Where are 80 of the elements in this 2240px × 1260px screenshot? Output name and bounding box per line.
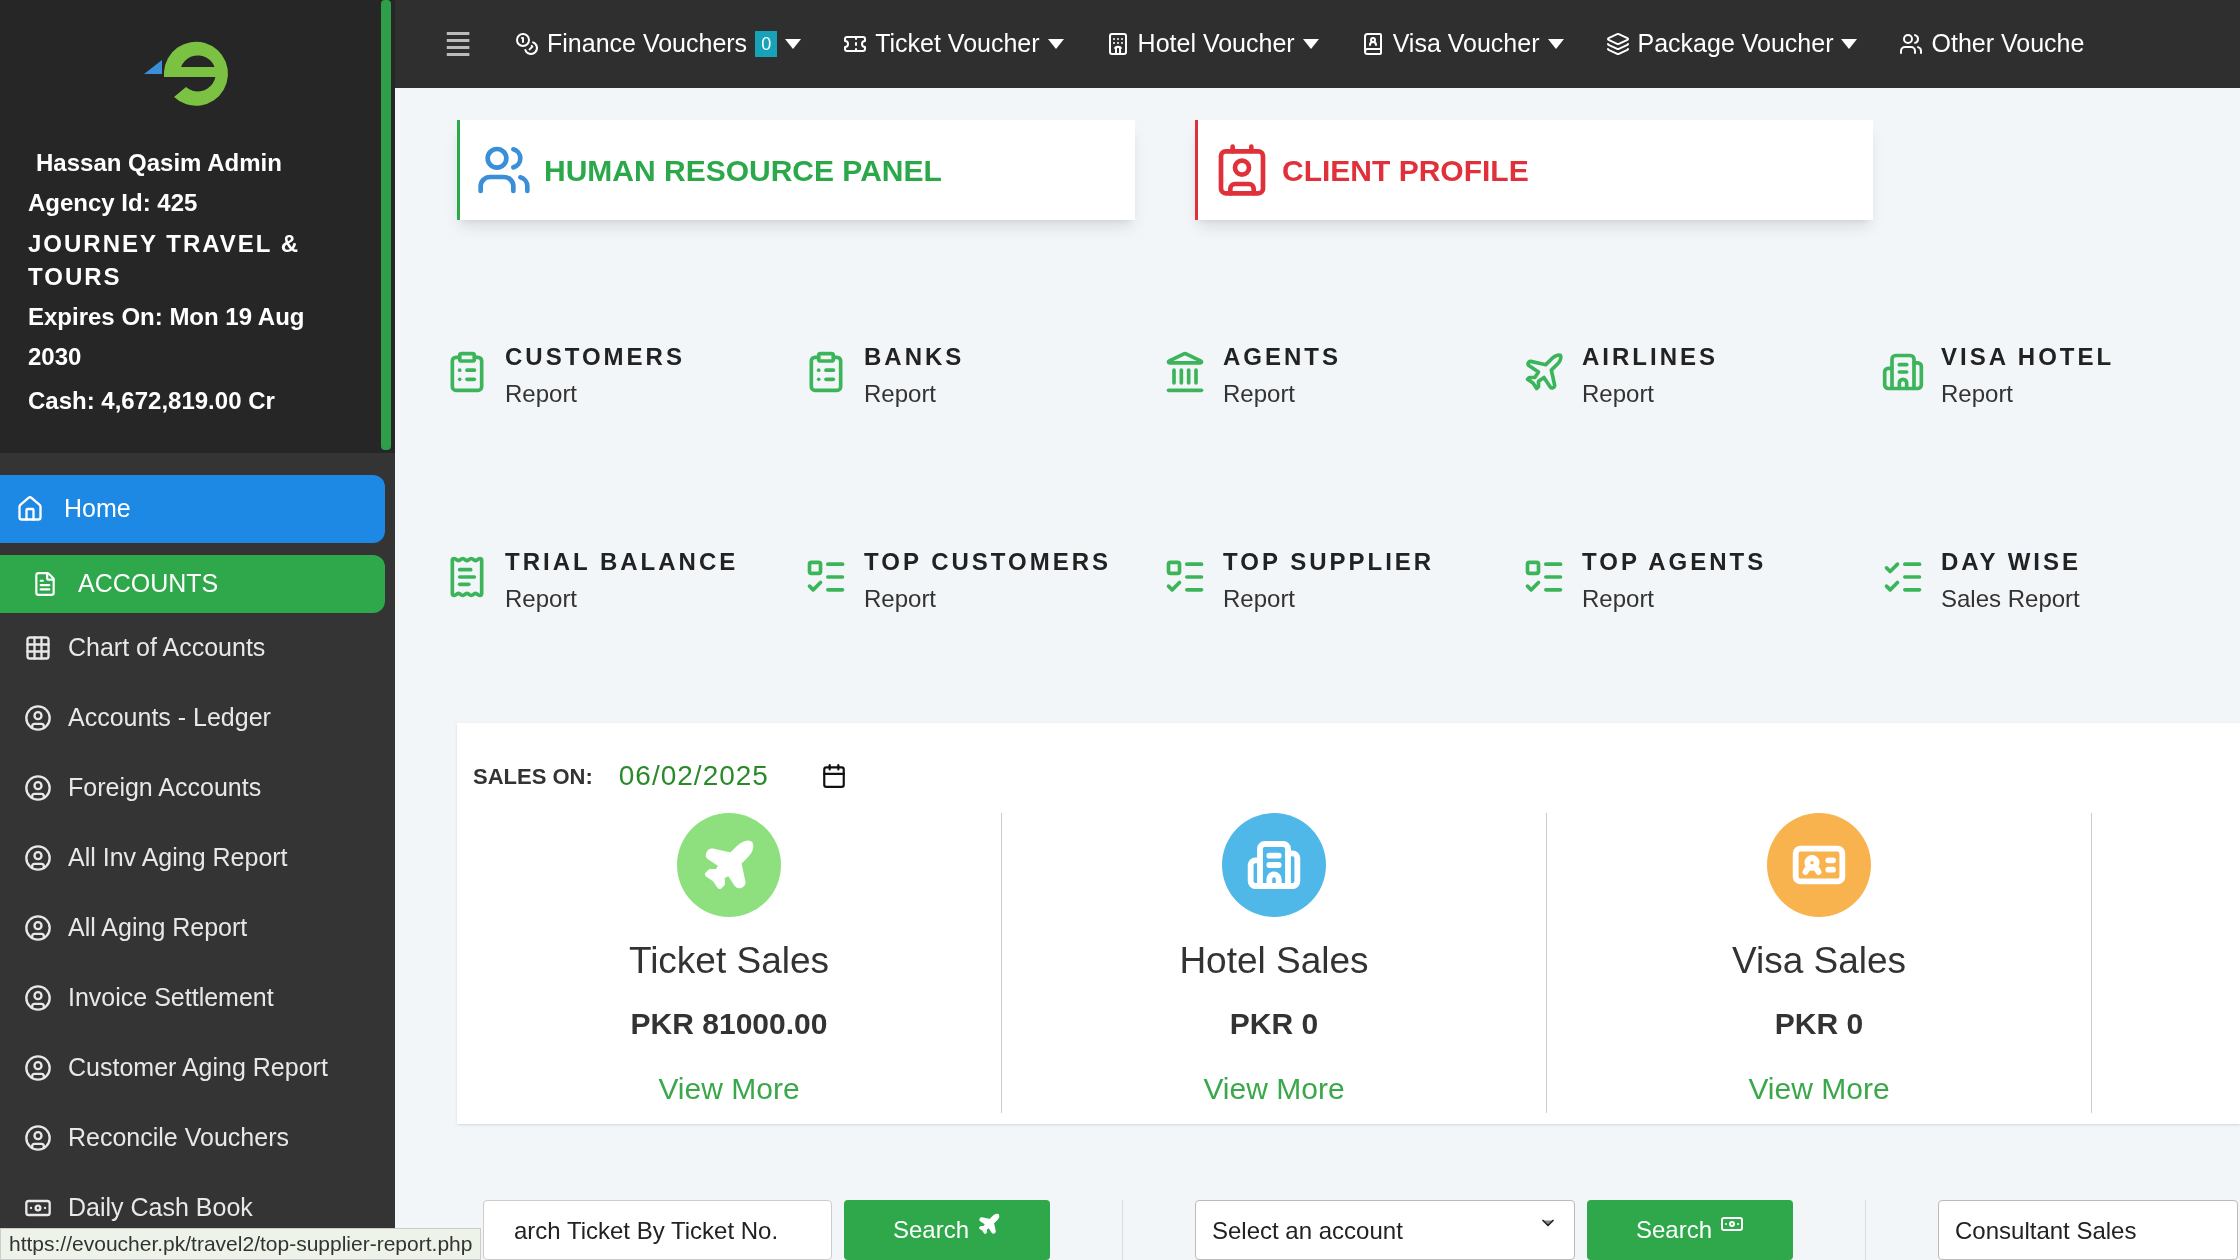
sidebar-item[interactable]: Customer Aging Report <box>0 1033 385 1103</box>
count-badge: 0 <box>755 31 778 58</box>
panel-title: CLIENT PROFILE <box>1282 152 1529 189</box>
agency-id: Agency Id: 425 <box>28 188 199 218</box>
user-name: Hassan Qasim Admin <box>35 148 283 178</box>
document-icon <box>32 571 58 597</box>
report-title: TOP SUPPLIER <box>1223 547 1435 578</box>
sidebar-item[interactable]: All Aging Report <box>0 893 385 963</box>
company-name: JOURNEY TRAVEL & TOURS <box>28 229 302 292</box>
report-title: AIRLINES <box>1582 342 1718 373</box>
nav-icon <box>515 32 539 57</box>
report-title: BANKS <box>864 342 965 373</box>
report-link[interactable]: AIRLINES Report <box>1522 338 1881 459</box>
report-title: TOP CUSTOMERS <box>864 547 1112 578</box>
calendar-icon <box>820 763 847 790</box>
account-select[interactable]: Select an account <box>1195 1200 1575 1260</box>
home-link[interactable]: Home <box>0 475 385 543</box>
report-subtitle: Report <box>1223 584 1297 615</box>
caret-icon <box>1547 39 1564 50</box>
status-url-tooltip: https://evoucher.pk/travel2/top-supplier-report.php <box>0 1228 482 1260</box>
sidebar-item[interactable]: Invoice Settlement <box>0 963 385 1033</box>
cash-balance: Cash: 4,672,819.00 Cr <box>28 386 276 416</box>
consultant-field[interactable]: Consultant Sales <box>1938 1200 2238 1260</box>
report-title: TRIAL BALANCE <box>505 547 739 578</box>
panel-title: HUMAN RESOURCE PANEL <box>544 152 942 189</box>
nav-icon <box>1605 32 1630 57</box>
report-link[interactable]: TRIAL BALANCE Report <box>445 543 804 664</box>
caret-icon <box>1047 39 1064 50</box>
home-icon <box>16 495 44 523</box>
sidebar-item[interactable]: All Inv Aging Report <box>0 823 385 893</box>
sidebar-item[interactable]: Foreign Accounts <box>0 753 385 823</box>
plane-icon <box>977 1212 1001 1236</box>
panel-card[interactable]: CLIENT PROFILE <box>1195 120 1873 221</box>
sales-amount: PKR 0 <box>1774 1005 1864 1042</box>
report-subtitle: Report <box>864 379 938 410</box>
caret-icon <box>1841 39 1858 50</box>
report-link[interactable]: AGENTS Report <box>1163 338 1522 459</box>
report-link[interactable]: TOP SUPPLIER Report <box>1163 543 1522 664</box>
expiry-date: Expires On: Mon 19 Aug 2030 <box>28 302 306 372</box>
sidebar-item[interactable]: Chart of Accounts <box>0 613 385 683</box>
nav-menu[interactable]: Hotel Voucher <box>1105 25 1319 63</box>
report-subtitle: Report <box>1582 379 1656 410</box>
sales-title: Visa Sales <box>1731 939 1907 984</box>
report-subtitle: Report <box>505 584 579 615</box>
report-subtitle: Report <box>864 584 938 615</box>
sales-title: Hotel Sales <box>1179 939 1369 984</box>
nav-menu[interactable]: Finance Vouchers 0 <box>515 25 802 63</box>
report-link[interactable]: TOP AGENTS Report <box>1522 543 1881 664</box>
ticket-search-field[interactable]: arch Ticket By Ticket No. <box>483 1200 832 1260</box>
report-subtitle: Report <box>1223 379 1297 410</box>
report-title: VISA HOTEL <box>1941 342 2115 373</box>
menu-button[interactable]: ≣ <box>443 17 473 72</box>
report-link[interactable]: BANKS Report <box>804 338 1163 459</box>
report-subtitle: Sales Report <box>1941 584 2081 615</box>
report-link[interactable]: CUSTOMERS Report <box>445 338 804 459</box>
report-subtitle: Report <box>1582 584 1656 615</box>
report-title: CUSTOMERS <box>505 342 685 373</box>
nav-menu[interactable]: Package Voucher <box>1605 25 1858 63</box>
sales-amount: PKR 81000.00 <box>630 1005 828 1042</box>
nav-icon <box>1899 32 1924 57</box>
nav-menu[interactable]: Other Vouche <box>1899 25 2085 63</box>
date-field[interactable]: 06/02/2025 <box>618 755 847 798</box>
caret-icon <box>1302 39 1319 50</box>
report-title: AGENTS <box>1223 342 1341 373</box>
report-link[interactable]: TOP CUSTOMERS Report <box>804 543 1163 664</box>
report-link[interactable]: VISA HOTEL Report <box>1881 338 2240 459</box>
nav-menu[interactable]: Ticket Voucher <box>843 25 1064 63</box>
caret-icon <box>785 39 802 50</box>
sales-amount: PKR 0 <box>1229 1005 1319 1042</box>
sidebar-item[interactable]: Accounts - Ledger <box>0 683 385 753</box>
sales-title: Ticket Sales <box>628 939 830 984</box>
sales-label: SALES ON: <box>473 762 593 791</box>
report-subtitle: Report <box>1941 379 2015 410</box>
report-link[interactable]: DAY WISE Sales Report <box>1881 543 2240 664</box>
sidebar-item[interactable]: Reconcile Vouchers <box>0 1103 385 1173</box>
report-subtitle: Report <box>505 379 579 410</box>
report-title: DAY WISE <box>1941 547 2082 578</box>
nav-menu[interactable]: Visa Voucher <box>1360 25 1564 63</box>
report-title: TOP AGENTS <box>1582 547 1767 578</box>
scrollbar[interactable] <box>381 0 391 450</box>
